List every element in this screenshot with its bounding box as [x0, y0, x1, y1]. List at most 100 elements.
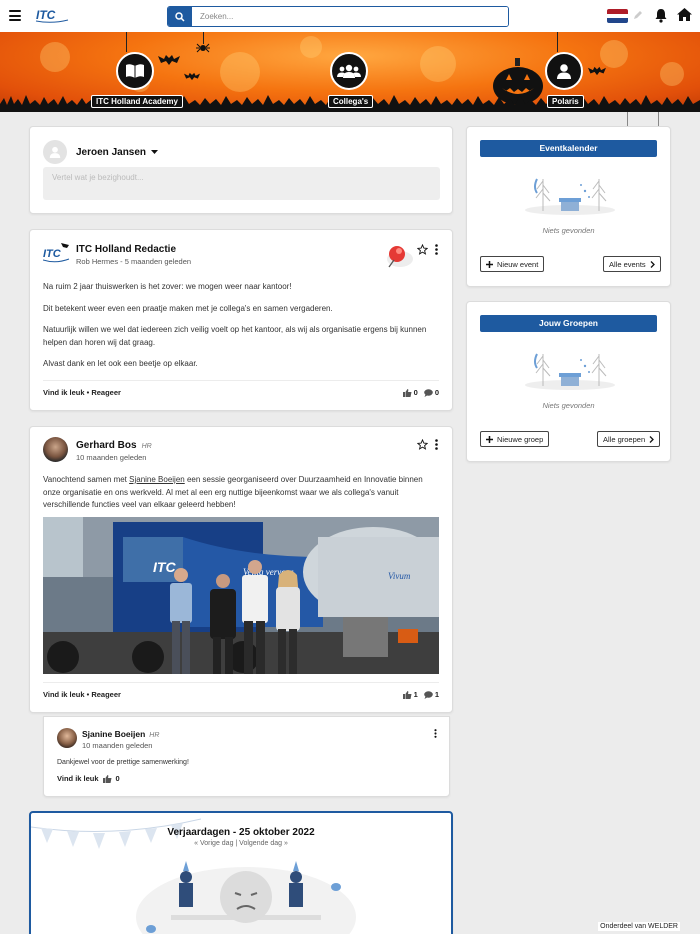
thumbs-up-icon — [402, 690, 412, 699]
birthdays-title: Verjaardagen - 25 oktober 2022 — [167, 827, 315, 838]
halloween-banner: ITC Holland Academy Collega's Polaris — [0, 32, 700, 112]
my-groups-card: Jouw Groepen Niets gevonden Nieuwe groep… — [466, 301, 671, 462]
role-badge: HR — [141, 443, 152, 450]
user-icon — [557, 64, 571, 79]
bat-icon — [158, 55, 180, 65]
event-calendar-title: Eventkalender — [480, 140, 657, 157]
post-paragraph: Dit betekent weer even een praatje maken… — [43, 303, 333, 313]
post-paragraph: Alvast dank en let ook een beetje op elk… — [43, 359, 198, 368]
itc-logo-avatar[interactable]: ITC — [43, 242, 71, 266]
all-events-button[interactable]: Alle events — [603, 256, 661, 272]
post-card: Gerhard Bos HR 10 maanden geleden Vanoch… — [29, 426, 453, 713]
star-icon[interactable] — [417, 244, 428, 255]
more-options-icon[interactable] — [434, 439, 439, 450]
home-icon[interactable] — [676, 7, 693, 22]
thumbs-up-icon — [102, 774, 112, 783]
academy-link-label[interactable]: ITC Holland Academy — [91, 95, 183, 108]
search-icon[interactable] — [168, 7, 192, 26]
all-groups-button[interactable]: Alle groepen — [597, 431, 661, 447]
comment-like-link[interactable]: Vind ik leuk — [57, 774, 99, 783]
thumbs-up-icon — [402, 388, 412, 397]
post-meta: Rob Hermes - 5 maanden geleden — [76, 257, 192, 266]
svg-text:Vivum: Vivum — [388, 571, 411, 581]
more-options-icon[interactable] — [433, 729, 438, 738]
svg-text:ITC: ITC — [36, 8, 56, 22]
empty-state-illustration — [525, 178, 615, 215]
bat-icon — [184, 72, 200, 81]
post-card: ITC ITC Holland Redactie Rob Hermes - 5 … — [29, 229, 453, 411]
comment-icon — [424, 388, 433, 397]
plus-icon — [486, 260, 493, 268]
comment-author[interactable]: Sjanine Boeijen — [82, 729, 145, 739]
post-paragraph: Na ruim 2 jaar thuiswerken is het zover:… — [43, 282, 292, 291]
empty-state-text: Niets gevonden — [542, 401, 595, 410]
composer-user-dropdown[interactable]: Jeroen Jansen — [76, 147, 159, 158]
comment-like-count: 0 — [115, 774, 120, 783]
empty-birthday-illustration — [136, 861, 356, 934]
role-badge: HR — [149, 732, 160, 739]
empty-state-text: Niets gevonden — [542, 226, 595, 235]
avatar[interactable] — [43, 437, 68, 462]
post-footer: Vind ik leuk • Reageer 0 0 — [43, 380, 439, 397]
post-counts: 1 1 — [402, 690, 439, 699]
comment-card: Sjanine Boeijen HR 10 maanden geleden Da… — [43, 716, 450, 797]
search-input[interactable] — [192, 7, 508, 26]
post-counts: 0 0 — [402, 388, 439, 397]
status-input[interactable]: Vertel wat je bezighoudt... — [43, 167, 440, 200]
chevron-right-icon — [649, 435, 655, 443]
people-icon — [337, 64, 361, 78]
colleagues-link-button[interactable] — [330, 52, 368, 90]
plus-icon — [486, 435, 493, 443]
birthdays-day-nav[interactable]: « Vorige dag | Volgende dag » — [31, 840, 451, 847]
post-paragraph: Natuurlijk willen we wel dat iedereen zi… — [43, 325, 427, 347]
empty-state-illustration — [525, 353, 615, 390]
user-icon — [49, 146, 61, 158]
comment-count[interactable]: 0 — [424, 388, 439, 397]
post-photo[interactable]: ITC Veilig vervoer Vivum — [43, 517, 439, 674]
comment-actions: Vind ik leuk 0 — [57, 774, 120, 783]
post-author[interactable]: ITC Holland Redactie — [76, 244, 191, 255]
search-bar — [167, 6, 509, 27]
polaris-link-label[interactable]: Polaris — [547, 95, 584, 108]
post-author[interactable]: Gerhard Bos — [76, 440, 137, 451]
pencil-icon[interactable] — [633, 10, 643, 20]
language-flag-icon[interactable] — [607, 9, 628, 23]
like-count[interactable]: 1 — [402, 690, 418, 699]
svg-text:ITC: ITC — [153, 559, 176, 575]
post-body: Vanochtend samen met Sjanine Boeijen een… — [43, 475, 423, 509]
caret-down-icon — [151, 150, 159, 154]
academy-link-button[interactable] — [116, 52, 154, 90]
comment-text: Dankjewel voor de prettige samenwerking! — [57, 759, 189, 766]
powered-by-note[interactable]: Onderdeel van WELDER — [598, 922, 680, 931]
star-icon[interactable] — [417, 439, 428, 450]
bat-icon — [588, 66, 606, 76]
top-bar: ITC — [0, 0, 700, 32]
composer-user-name: Jeroen Jansen — [76, 147, 147, 158]
like-reply-links[interactable]: Vind ik leuk • Reageer — [43, 690, 121, 699]
avatar[interactable] — [43, 140, 67, 164]
avatar[interactable] — [57, 728, 77, 748]
status-input-placeholder: Vertel wat je bezighoudt... — [52, 173, 144, 182]
comment-count[interactable]: 1 — [424, 690, 439, 699]
new-group-button[interactable]: Nieuwe groep — [480, 431, 550, 447]
menu-icon[interactable] — [9, 10, 21, 21]
spider-icon — [196, 43, 210, 53]
polaris-link-button[interactable] — [545, 52, 583, 90]
bell-icon[interactable] — [654, 8, 668, 23]
pin-badge-icon — [387, 246, 413, 268]
comment-icon — [424, 690, 433, 699]
birthdays-card: Verjaardagen - 25 oktober 2022 « Vorige … — [29, 811, 453, 934]
like-reply-links[interactable]: Vind ik leuk • Reageer — [43, 388, 121, 397]
comment-meta: 10 maanden geleden — [82, 741, 153, 750]
my-groups-title: Jouw Groepen — [480, 315, 657, 332]
mention-link[interactable]: Sjanine Boeijen — [129, 475, 185, 484]
itc-logo[interactable]: ITC — [34, 7, 70, 25]
book-icon — [126, 64, 144, 78]
event-calendar-card: Eventkalender Niets gevonden Nieuw event… — [466, 126, 671, 287]
more-options-icon[interactable] — [434, 244, 439, 255]
like-count[interactable]: 0 — [402, 388, 418, 397]
post-meta: 10 maanden geleden — [76, 453, 147, 462]
colleagues-link-label[interactable]: Collega's — [328, 95, 374, 108]
post-footer: Vind ik leuk • Reageer 1 1 — [43, 682, 439, 699]
new-event-button[interactable]: Nieuw event — [480, 256, 545, 272]
